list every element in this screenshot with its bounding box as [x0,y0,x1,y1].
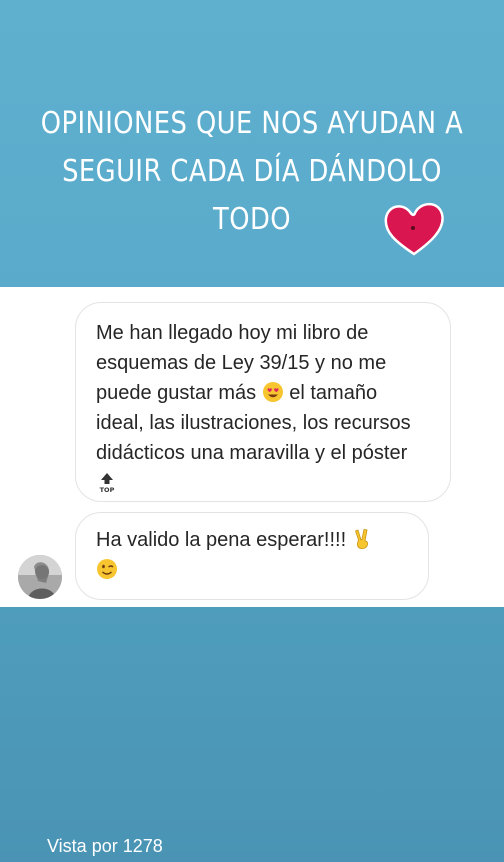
winking-face-emoji-icon [97,559,117,579]
heart-eyes-emoji-icon [262,382,283,402]
avatar-photo-icon [18,555,62,599]
message-bubble: Me han llegado hoy mi libro de esquemas … [75,302,451,502]
views-count[interactable]: Vista por 1278 [47,836,163,857]
victory-hand-emoji-icon [354,529,368,549]
top-arrow-emoji-icon: TOP [100,473,115,493]
svg-text:TOP: TOP [100,486,115,493]
dm-screenshot: Me han llegado hoy mi libro de esquemas … [0,287,504,607]
message-bubble: Ha valido la pena esperar!!!! [75,512,429,600]
headline-line-1: OPINIONES QUE NOS AYUDAN A [40,106,464,141]
message-text: Ha valido la pena esperar!!!! [96,529,347,551]
heart-sticker-icon [384,202,444,256]
sender-avatar [18,555,62,599]
